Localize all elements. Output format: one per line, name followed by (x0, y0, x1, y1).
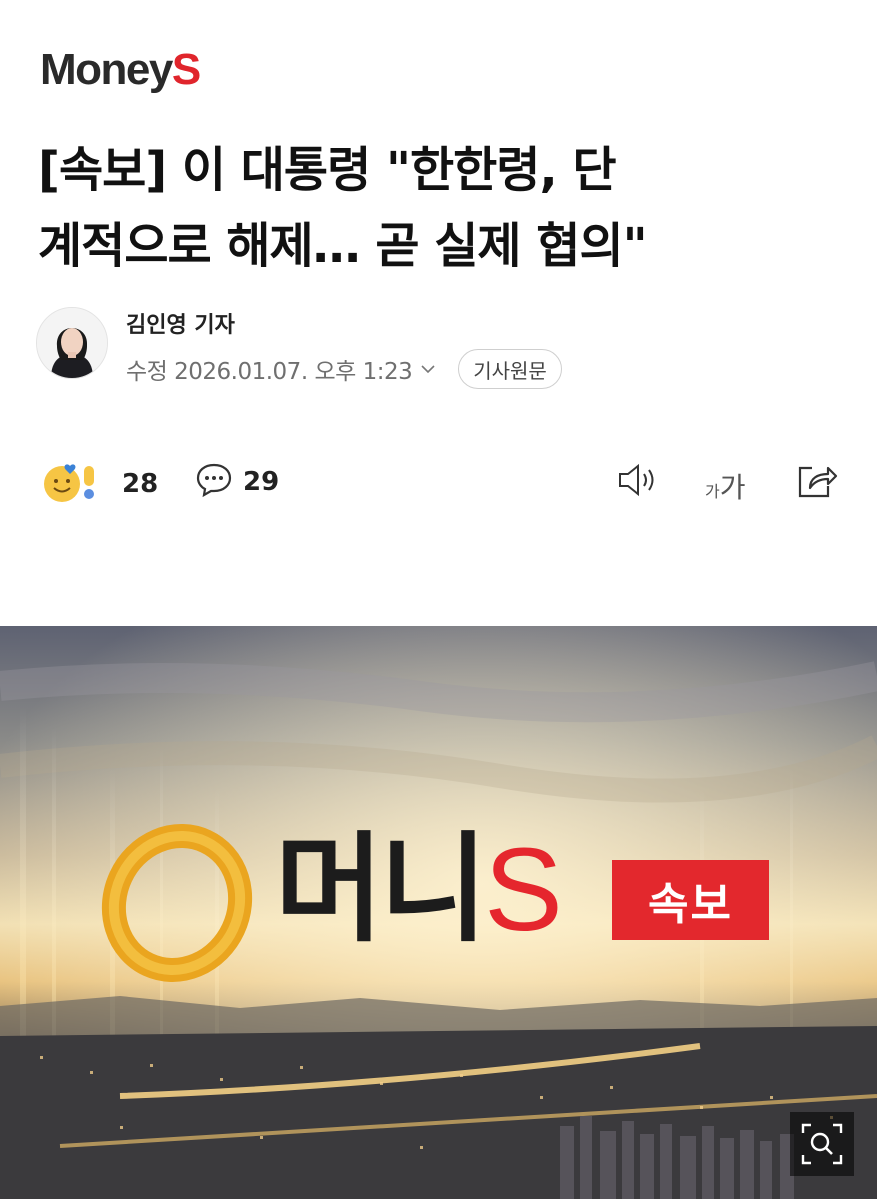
logo-accent: S (171, 45, 201, 94)
meta-line: 수정 2026.01.07. 오후 1:23 기사원문 (126, 349, 562, 389)
zoom-icon (801, 1123, 843, 1165)
reactions-count: 28 (122, 469, 159, 499)
speaker-icon[interactable] (616, 462, 660, 502)
comments-count: 29 (243, 467, 280, 497)
original-article-button[interactable]: 기사원문 (458, 349, 562, 389)
reactions-button[interactable]: 28 (40, 460, 158, 508)
share-icon[interactable] (796, 462, 838, 504)
font-size-small-label: 가 (705, 482, 720, 501)
font-size-button[interactable]: 가가 (705, 466, 746, 506)
reporter-avatar[interactable] (36, 307, 108, 379)
byline: 김인영 기자 수정 2026.01.07. 오후 1:23 기사원문 (36, 305, 736, 389)
zoom-button[interactable] (790, 1112, 854, 1176)
hero-brand-text: 머니S (275, 830, 563, 949)
logo-main: Money (40, 45, 173, 94)
headline-line-1: [속보] 이 대통령 "한한령, 단 (38, 142, 617, 198)
headline-line-2: 계적으로 해제… 곧 실제 협의" (38, 218, 648, 274)
font-size-big-label: 가 (719, 471, 746, 504)
article-headline: [속보] 이 대통령 "한한령, 단 계적으로 해제… 곧 실제 협의" (38, 132, 838, 284)
breaking-news-badge: 속보 (612, 860, 769, 940)
reaction-emoji-icon (40, 460, 110, 508)
hero-brand-main: 머니 (275, 820, 488, 958)
comment-bubble-icon (195, 462, 233, 502)
article-action-bar: 28 29 가가 (40, 458, 840, 508)
comments-button[interactable]: 29 (195, 462, 279, 502)
moneys-logo[interactable]: MoneyS (40, 45, 201, 94)
hero-brand-accent: S (484, 824, 563, 956)
chevron-down-icon[interactable] (420, 361, 436, 377)
reporter-name[interactable]: 김인영 기자 (126, 307, 235, 339)
updated-timestamp: 수정 2026.01.07. 오후 1:23 (126, 359, 413, 385)
